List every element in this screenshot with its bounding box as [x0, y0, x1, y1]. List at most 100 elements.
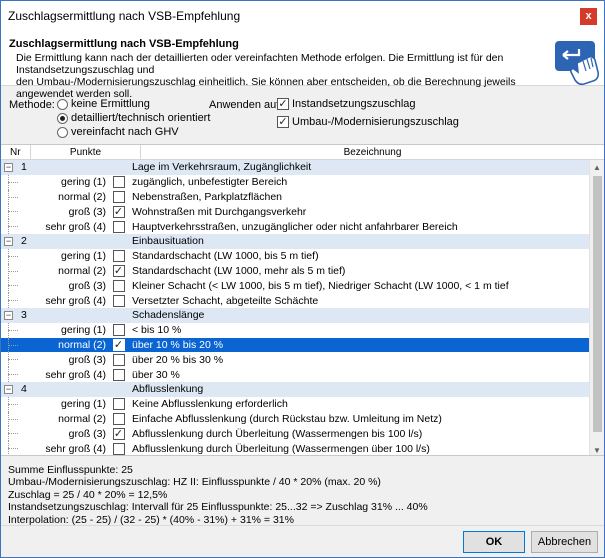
tree-cell — [1, 367, 18, 382]
tree-branch — [8, 285, 18, 287]
row-checkbox[interactable] — [112, 442, 125, 455]
tree-cell[interactable]: − — [1, 382, 18, 397]
group-row[interactable]: −3 Schadenslänge — [1, 307, 589, 323]
group-row[interactable]: −4 Abflusslenkung — [1, 381, 589, 397]
table-row[interactable]: gering (1) Keine Abflusslenkung erforderl… — [1, 396, 589, 412]
row-checkbox[interactable]: ✓ — [112, 264, 125, 277]
table-row[interactable]: groß (3) über 20 % bis 30 % — [1, 352, 589, 368]
table-row[interactable]: normal (2) Nebenstraßen, Parkplatzflächen — [1, 189, 589, 205]
table-row[interactable]: normal (2) Einfache Abflusslenkung (durch… — [1, 411, 589, 427]
description-cell: Versetzter Schacht, abgeteilte Schächte — [132, 294, 319, 307]
tree-cell — [1, 322, 18, 338]
description-cell: Lage im Verkehrsraum, Zugänglichkeit — [132, 161, 312, 174]
row-checkbox[interactable] — [112, 368, 125, 381]
apply-label: Anwenden auf: — [209, 99, 283, 111]
table-row[interactable]: groß (3) ✓ Abflusslenkung durch Überleitun… — [1, 426, 589, 442]
checkbox[interactable]: ✓ — [277, 98, 289, 110]
tree-branch — [8, 226, 18, 228]
checkbox-cell — [110, 294, 130, 307]
checkbox-cell — [110, 353, 130, 366]
header-panel: Zuschlagsermittlung nach VSB-Empfehlung … — [1, 31, 604, 100]
row-checkbox[interactable] — [112, 279, 125, 292]
col-header-bezeichnung[interactable]: Bezeichnung — [141, 145, 604, 159]
description-cell: < bis 10 % — [132, 324, 182, 337]
tree-cell[interactable]: − — [1, 234, 18, 249]
close-button[interactable]: x — [580, 7, 597, 25]
col-header-nr[interactable]: Nr — [1, 145, 31, 159]
radio-button[interactable] — [57, 112, 68, 124]
row-checkbox[interactable]: ✓ — [112, 427, 125, 440]
collapse-icon[interactable]: − — [4, 236, 13, 246]
radio-button[interactable] — [57, 98, 68, 110]
description-cell: Standardschacht (LW 1000, mehr als 5 m t… — [132, 264, 346, 277]
checkbox-instandsetzung[interactable]: ✓ Instandsetzungszuschlag — [277, 98, 416, 110]
table-row[interactable]: normal (2) ✓ Standardschacht (LW 1000, meh… — [1, 263, 589, 279]
collapse-icon[interactable]: − — [4, 384, 13, 394]
description-cell: über 10 % bis 20 % — [132, 338, 224, 351]
group-number: 4 — [21, 383, 27, 396]
radio-keine-ermittlung[interactable]: keine Ermittlung — [57, 98, 150, 110]
summary-line: Umbau-/Modernisierungszuschlag: HZ II: E… — [8, 476, 381, 489]
tree-cell[interactable]: − — [1, 160, 18, 175]
row-checkbox[interactable]: ✓ — [112, 338, 125, 351]
row-checkbox[interactable] — [112, 353, 125, 366]
collapse-icon[interactable]: − — [4, 310, 13, 320]
collapse-icon[interactable]: − — [4, 163, 13, 172]
checkbox-cell — [110, 442, 130, 455]
tree-cell — [1, 263, 18, 279]
row-checkbox[interactable] — [112, 324, 125, 337]
row-checkbox[interactable] — [112, 220, 125, 233]
table-row[interactable]: gering (1) < bis 10 % — [1, 322, 589, 338]
row-checkbox[interactable]: ✓ — [112, 205, 125, 218]
group-row[interactable]: −1 Lage im Verkehrsraum, Zugänglichkeit — [1, 160, 589, 175]
checkbox-umbau[interactable]: ✓ Umbau-/Modernisierungszuschlag — [277, 116, 459, 128]
points-cell: gering (1) — [61, 250, 106, 263]
tree-cell[interactable]: − — [1, 308, 18, 323]
row-checkbox[interactable] — [112, 176, 125, 189]
radio-label: detailliert/technisch orientiert — [71, 112, 211, 124]
row-checkbox[interactable] — [112, 190, 125, 203]
tree-branch — [8, 196, 18, 198]
radio-vereinfacht[interactable]: vereinfacht nach GHV — [57, 126, 179, 138]
row-checkbox[interactable] — [112, 250, 125, 263]
row-checkbox[interactable] — [112, 294, 125, 307]
table-row[interactable]: sehr groß (4) Abflusslenkung durch Überle… — [1, 441, 589, 455]
scroll-up-icon[interactable]: ▲ — [590, 160, 604, 174]
points-cell: sehr groß (4) — [45, 442, 106, 455]
group-number: 2 — [21, 235, 27, 248]
table-row[interactable]: gering (1) zugänglich, unbefestigter Bere… — [1, 174, 589, 190]
tree-cell — [1, 174, 18, 190]
tree-cell — [1, 189, 18, 205]
table-row[interactable]: gering (1) Standardschacht (LW 1000, bis … — [1, 248, 589, 264]
row-checkbox[interactable] — [112, 412, 125, 425]
scroll-thumb[interactable] — [593, 176, 602, 432]
tree-cell — [1, 293, 18, 308]
options-panel: Methode: keine Ermittlung detailliert/te… — [1, 95, 604, 140]
table-row[interactable]: groß (3) Kleiner Schacht (< LW 1000, bis … — [1, 278, 589, 294]
radio-button[interactable] — [57, 126, 68, 138]
header-description: Die Ermittlung kann nach der detailliert… — [16, 52, 564, 100]
table-row[interactable]: sehr groß (4) Hauptverkehrsstraßen, unzug… — [1, 219, 589, 234]
scroll-down-icon[interactable]: ▼ — [590, 443, 604, 455]
points-grid[interactable]: Nr Punkte Bezeichnung −1 Lage im Verkehrs… — [1, 144, 604, 456]
group-number: 1 — [21, 161, 27, 174]
table-row[interactable]: groß (3) ✓ Wohnstraßen mit Durchgangsverke… — [1, 204, 589, 220]
table-row[interactable]: sehr groß (4) Versetzter Schacht, abgetei… — [1, 293, 589, 308]
checkbox-cell — [110, 176, 130, 189]
checkbox-cell — [110, 220, 130, 233]
group-row[interactable]: −2 Einbausituation — [1, 233, 589, 249]
checkbox-cell: ✓ — [110, 338, 130, 351]
description-cell: Einfache Abflusslenkung (durch Rückstau … — [132, 412, 442, 425]
cancel-button[interactable]: Abbrechen — [531, 531, 598, 553]
col-header-punkte[interactable]: Punkte — [31, 145, 141, 159]
vertical-scrollbar[interactable]: ▲ ▼ — [589, 160, 604, 455]
checkbox-label: Instandsetzungszuschlag — [292, 98, 416, 110]
radio-detailliert[interactable]: detailliert/technisch orientiert — [57, 112, 210, 124]
row-checkbox[interactable] — [112, 398, 125, 411]
description-cell: Standardschacht (LW 1000, bis 5 m tief) — [132, 250, 319, 263]
table-row[interactable]: sehr groß (4) über 30 % — [1, 367, 589, 382]
ok-button[interactable]: OK — [463, 531, 525, 553]
table-row[interactable]: normal (2) ✓ über 10 % bis 20 % — [1, 337, 589, 353]
checkbox-cell: ✓ — [110, 205, 130, 218]
checkbox[interactable]: ✓ — [277, 116, 289, 128]
